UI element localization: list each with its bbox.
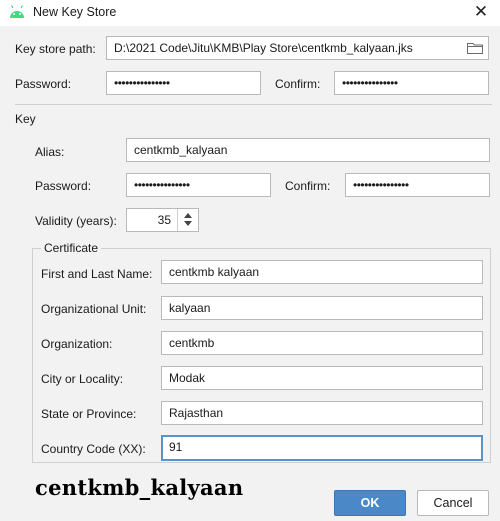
key-password-field[interactable]: •••••••••••••••	[126, 173, 271, 197]
watermark-text: centkmb_kalyaan	[35, 475, 244, 500]
keystore-path-value: D:\2021 Code\Jitu\KMB\Play Store\centkmb…	[114, 41, 413, 55]
folder-icon[interactable]	[467, 42, 483, 54]
keystore-confirm-label: Confirm:	[275, 77, 321, 91]
keystore-path-input[interactable]: D:\2021 Code\Jitu\KMB\Play Store\centkmb…	[106, 36, 489, 60]
spin-down-icon[interactable]	[184, 221, 192, 226]
close-icon[interactable]: ✕	[470, 1, 492, 23]
state-input[interactable]: Rajasthan	[161, 401, 483, 425]
validity-stepper[interactable]	[177, 209, 198, 231]
validity-value: 35	[157, 213, 171, 227]
ok-button[interactable]: OK	[334, 490, 406, 516]
key-section-label: Key	[15, 112, 36, 126]
key-password-label: Password:	[35, 179, 92, 193]
key-confirm-label: Confirm:	[285, 179, 331, 193]
city-label: City or Locality:	[41, 372, 124, 386]
first-last-name-label: First and Last Name:	[41, 267, 153, 281]
keystore-password-field[interactable]: •••••••••••••••	[106, 71, 261, 95]
org-unit-input[interactable]: kalyaan	[161, 296, 483, 320]
keystore-confirm-field[interactable]: •••••••••••••••	[334, 71, 489, 95]
alias-label: Alias:	[35, 145, 65, 159]
org-unit-label: Organizational Unit:	[41, 302, 147, 316]
key-confirm-field[interactable]: •••••••••••••••	[345, 173, 490, 197]
window-title: New Key Store	[33, 5, 117, 19]
android-icon	[10, 5, 24, 18]
spin-up-icon[interactable]	[184, 213, 192, 218]
cancel-button[interactable]: Cancel	[417, 490, 489, 516]
keystore-path-label: Key store path:	[15, 42, 96, 56]
city-input[interactable]: Modak	[161, 366, 483, 390]
organization-input[interactable]: centkmb	[161, 331, 483, 355]
organization-label: Organization:	[41, 337, 113, 351]
keystore-password-label: Password:	[15, 77, 72, 91]
alias-input[interactable]: centkmb_kalyaan	[126, 138, 490, 162]
state-label: State or Province:	[41, 407, 137, 421]
first-last-name-input[interactable]: centkmb kalyaan	[161, 260, 483, 284]
country-code-input[interactable]: 91	[161, 435, 483, 461]
country-code-label: Country Code (XX):	[41, 442, 146, 456]
validity-label: Validity (years):	[35, 214, 117, 228]
certificate-group-label: Certificate	[41, 241, 102, 255]
separator	[15, 104, 492, 105]
